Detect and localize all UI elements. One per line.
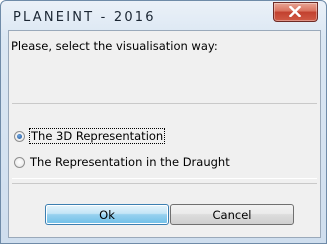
option-representation-in-draught[interactable]: The Representation in the Draught	[14, 153, 230, 171]
dialog-client-area: Please, select the visualisation way: Th…	[8, 30, 321, 238]
radio-button[interactable]	[14, 156, 25, 168]
window-title: PLANEINT - 2016	[13, 10, 156, 25]
dialog-window: PLANEINT - 2016 Please, select the visua…	[0, 0, 327, 244]
title-bar[interactable]: PLANEINT - 2016	[1, 1, 326, 29]
cancel-button[interactable]: Cancel	[170, 204, 294, 225]
close-x-icon	[289, 6, 301, 17]
option-label: The 3D Representation	[28, 128, 166, 144]
options-group: The 3D Representation The Representation…	[12, 103, 317, 179]
ok-button[interactable]: Ok	[45, 204, 169, 225]
button-group: Ok Cancel	[12, 183, 317, 233]
close-button[interactable]	[273, 2, 318, 22]
radio-button-selected[interactable]	[14, 130, 25, 142]
option-label: The Representation in the Draught	[30, 155, 230, 169]
option-3d-representation[interactable]: The 3D Representation	[14, 127, 166, 145]
prompt-label: Please, select the visualisation way:	[11, 39, 218, 53]
